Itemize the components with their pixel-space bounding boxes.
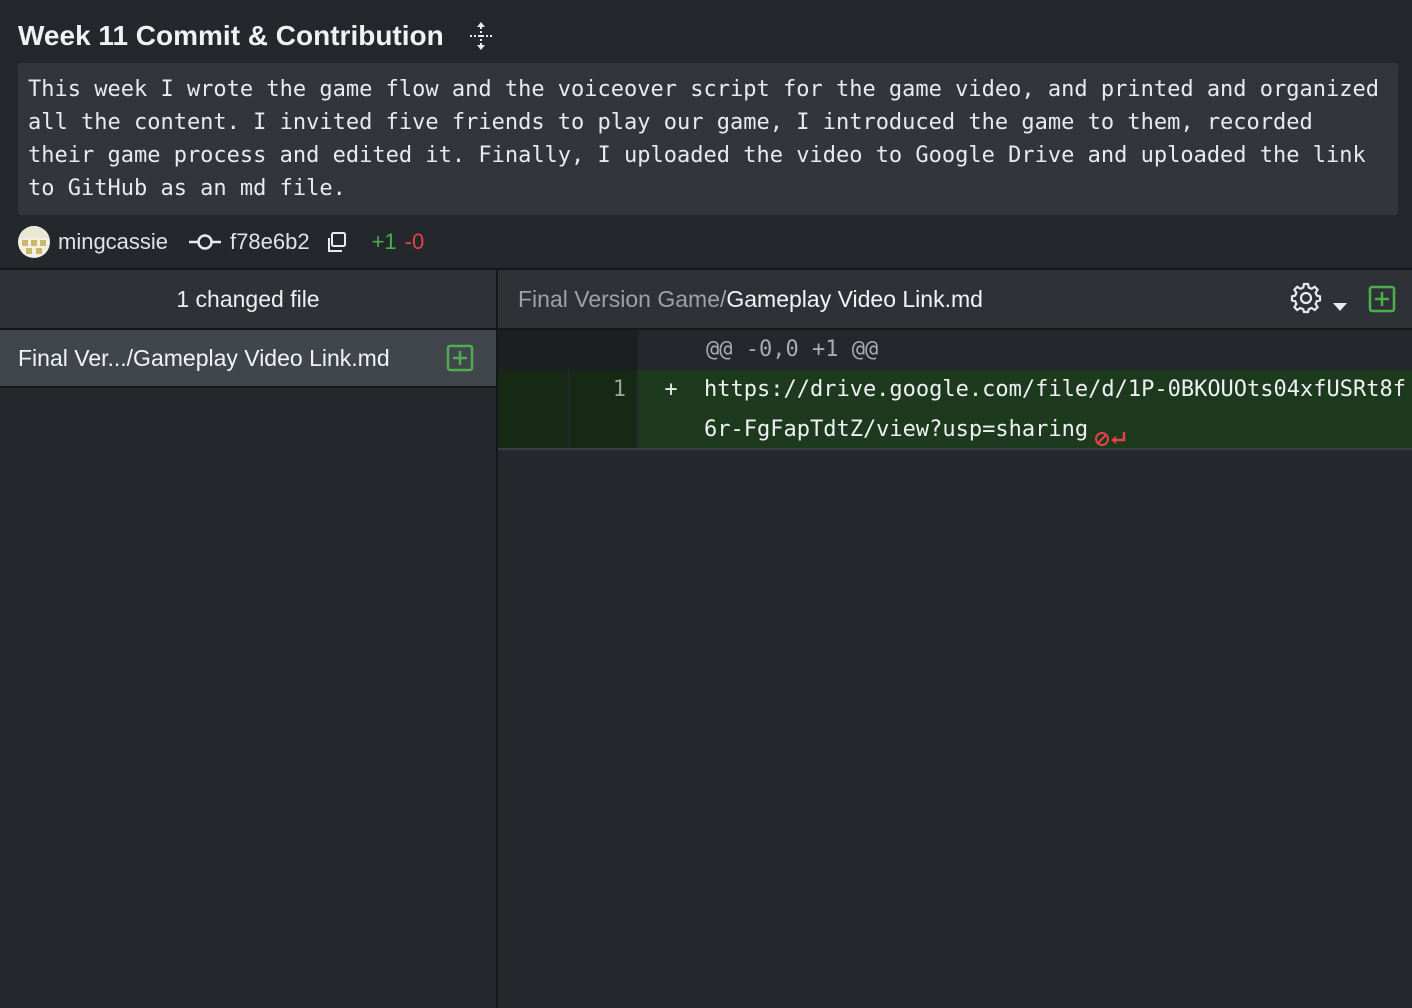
- commit-meta: mingcassie f78e6b2 +1 -0: [18, 226, 424, 258]
- gear-icon[interactable]: [1290, 282, 1322, 314]
- sidebar-file-item[interactable]: Final Ver.../Gameplay Video Link.md: [0, 330, 496, 388]
- no-newline-icon: [1094, 421, 1130, 446]
- commit-header: Week 11 Commit & Contribution This week …: [0, 0, 1412, 268]
- commit-title: Week 11 Commit & Contribution: [18, 20, 444, 51]
- file-path-directory: Final Version Game/: [518, 285, 727, 312]
- changed-files-sidebar: 1 changed file Final Ver.../Gameplay Vid…: [0, 270, 496, 1008]
- file-path-name: Gameplay Video Link.md: [726, 285, 983, 312]
- move-icon[interactable]: [466, 21, 496, 51]
- hunk-header: @@ -0,0 +1 @@: [706, 337, 879, 362]
- diff-sign: +: [664, 377, 678, 402]
- diff-file-header: Final Version Game/Gameplay Video Link.m…: [498, 270, 1412, 330]
- diff-line-text: https://drive.google.com/file/d/1P-0BKOU…: [704, 377, 1406, 442]
- new-line-number: 1: [570, 370, 638, 448]
- additions-count: +1: [371, 229, 397, 254]
- commit-icon: [188, 232, 222, 252]
- title-row: Week 11 Commit & Contribution: [18, 16, 496, 56]
- diff-content: @@ -0,0 +1 @@ 1 + https://drive.google.c…: [498, 330, 1412, 450]
- plus-square-icon: [446, 344, 474, 372]
- sidebar-file-label: Final Ver.../Gameplay Video Link.md: [18, 344, 390, 371]
- diff-added-line[interactable]: 1 + https://drive.google.com/file/d/1P-0…: [498, 370, 1412, 450]
- commit-sha: f78e6b2: [230, 229, 310, 254]
- diff-pane: Final Version Game/Gameplay Video Link.m…: [498, 270, 1412, 1008]
- diff-line-text-wrap: https://drive.google.com/file/d/1P-0BKOU…: [704, 370, 1410, 448]
- commit-description: This week I wrote the game flow and the …: [18, 63, 1398, 215]
- hunk-header-row: @@ -0,0 +1 @@: [498, 330, 1412, 370]
- avatar[interactable]: [18, 226, 50, 258]
- author-name[interactable]: mingcassie: [58, 229, 168, 255]
- old-line-number: [498, 370, 570, 448]
- changed-files-header: 1 changed file: [0, 270, 496, 330]
- plus-square-icon: [1368, 285, 1396, 313]
- hunk-gutter: [498, 330, 640, 370]
- chevron-down-icon[interactable]: [1332, 292, 1348, 311]
- deletions-count: -0: [404, 229, 425, 254]
- copy-icon[interactable]: [326, 231, 348, 253]
